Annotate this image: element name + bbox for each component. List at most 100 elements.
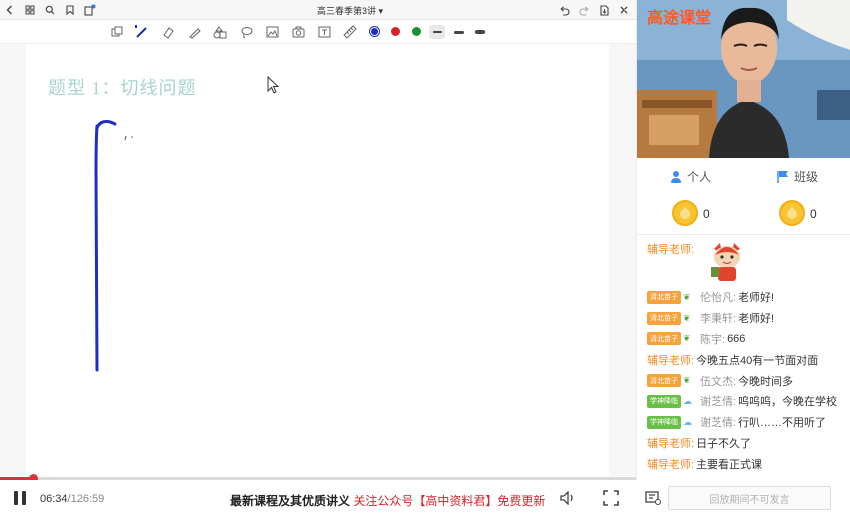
chat-list: 辅导老师: 清北苗子 ❦ 伦怡凡: 老师好! 清北苗子 ❦ 李秉轩: 老师好! 清北苗子 ❦ 陈宇: 6… bbox=[647, 241, 847, 474]
sprout-emblem-icon: ❦ bbox=[683, 333, 691, 344]
tab-personal[interactable]: 个人 bbox=[670, 168, 711, 185]
student-name: 伦怡凡: bbox=[700, 292, 737, 305]
grid-icon[interactable] bbox=[20, 0, 40, 20]
tutor-name: 辅导老师: bbox=[647, 458, 695, 471]
lasso-icon[interactable] bbox=[238, 24, 254, 40]
shapes-icon[interactable] bbox=[212, 24, 228, 40]
chat-message: 辅导老师: bbox=[647, 241, 847, 287]
message-text: 老师好! bbox=[738, 292, 775, 305]
tutor-name: 辅导老师: bbox=[647, 354, 695, 367]
cloud-emblem-icon: ☁ bbox=[683, 395, 692, 406]
drawing-toolbar bbox=[0, 20, 636, 44]
undo-icon[interactable] bbox=[554, 0, 574, 20]
marker-icon[interactable] bbox=[186, 24, 202, 40]
line-width-thin[interactable] bbox=[433, 31, 442, 33]
pause-button[interactable] bbox=[14, 491, 28, 505]
mouse-cursor-icon bbox=[267, 76, 280, 94]
brand-logo-text: 高途课堂 bbox=[647, 10, 712, 27]
playback-time: 06:34/126:59 bbox=[40, 493, 104, 505]
teacher-video: 高途课堂 bbox=[637, 0, 850, 158]
ink-stroke-hook bbox=[95, 119, 117, 130]
user-level-badge: 清北苗子 bbox=[647, 332, 681, 346]
student-name: 陈宇: bbox=[700, 333, 726, 346]
eraser-icon[interactable] bbox=[160, 24, 176, 40]
tab-class[interactable]: 班级 bbox=[777, 168, 818, 185]
overlay-prefix: 最新课程及其优质讲义 bbox=[230, 494, 351, 508]
share-icon[interactable] bbox=[80, 0, 100, 20]
message-text: 今晚时间多 bbox=[738, 375, 794, 388]
user-level-badge: 学神降临 bbox=[647, 394, 681, 408]
redo-icon[interactable] bbox=[574, 0, 594, 20]
ruler-icon[interactable] bbox=[342, 24, 358, 40]
ink-stroke-tick bbox=[124, 135, 127, 141]
select-icon[interactable] bbox=[109, 24, 125, 40]
message-text: 主要看正式课 bbox=[696, 458, 763, 471]
message-text: 日子不久了 bbox=[696, 437, 752, 450]
pen-icon[interactable] bbox=[134, 24, 150, 40]
chat-message: 清北苗子 ❦ 伦怡凡: 老师好! bbox=[647, 287, 847, 308]
student-name: 谢芝倩: bbox=[700, 417, 737, 430]
total-time: /126:59 bbox=[67, 493, 105, 505]
flag-icon bbox=[777, 171, 788, 183]
line-width-medium[interactable] bbox=[454, 31, 464, 34]
rank-tabs: 个人 班级 bbox=[637, 164, 850, 188]
chat-message: 辅导老师: 今晚五点40有一节面对面 bbox=[647, 349, 847, 370]
user-level-badge: 清北苗子 bbox=[647, 311, 681, 325]
chat-message: 辅导老师: 日子不久了 bbox=[647, 433, 847, 454]
whiteboard-sheet[interactable]: 题型 1：切线问题 bbox=[26, 44, 609, 476]
user-level-badge: 清北苗子 bbox=[647, 290, 681, 304]
chat-message: 学神降临 ☁ 谢芝倩: 呜呜呜，今晚在学校 bbox=[647, 391, 847, 412]
export-icon[interactable] bbox=[594, 0, 614, 20]
bookmark-icon[interactable] bbox=[60, 0, 80, 20]
document-title[interactable]: 高三春季第3讲 ▾ bbox=[270, 4, 430, 17]
color-swatch-blue[interactable] bbox=[371, 28, 378, 35]
back-icon[interactable] bbox=[0, 0, 20, 20]
tutor-name: 辅导老师: bbox=[647, 437, 695, 450]
chat-toggle-icon[interactable] bbox=[644, 489, 662, 507]
class-coin-count: 0 bbox=[810, 207, 817, 221]
chat-message: 清北苗子 ❦ 陈宇: 666 bbox=[647, 329, 847, 350]
color-swatch-green[interactable] bbox=[412, 27, 421, 36]
color-swatch-red[interactable] bbox=[391, 27, 400, 36]
line-width-thick[interactable] bbox=[475, 30, 485, 34]
message-text: 行叭……不用听了 bbox=[738, 417, 827, 430]
chat-message: 清北苗子 ❦ 李秉轩: 老师好! bbox=[647, 308, 847, 329]
search-icon[interactable] bbox=[40, 0, 60, 20]
chat-message: 学神降临 ☁ 谢芝倩: 行叭……不用听了 bbox=[647, 412, 847, 433]
mascot-sticker bbox=[711, 243, 741, 281]
message-text: 今晚五点40有一节面对面 bbox=[696, 354, 819, 367]
message-text: 呜呜呜，今晚在学校 bbox=[738, 396, 838, 409]
camera-icon[interactable] bbox=[290, 24, 306, 40]
user-level-badge: 清北苗子 bbox=[647, 374, 681, 388]
coin-row: 0 0 bbox=[637, 198, 850, 232]
user-level-badge: 学神降临 bbox=[647, 415, 681, 429]
fullscreen-icon[interactable] bbox=[602, 489, 620, 507]
current-time: 06:34 bbox=[40, 493, 68, 505]
coin-icon bbox=[672, 200, 698, 226]
watermark-overlay: 最新课程及其优质讲义 关注公众号【高中资料君】免费更新 bbox=[230, 492, 545, 509]
message-text: 666 bbox=[727, 332, 746, 345]
message-text: 老师好! bbox=[738, 313, 775, 326]
chat-message: 清北苗子 ❦ 伍文杰: 今晚时间多 bbox=[647, 370, 847, 391]
chat-input[interactable]: 回放期间不可发言 bbox=[668, 486, 831, 510]
student-name: 伍文杰: bbox=[700, 375, 737, 388]
more-icon[interactable]: ··· bbox=[623, 2, 635, 16]
personal-coin-count: 0 bbox=[703, 207, 710, 221]
coin-icon bbox=[779, 200, 805, 226]
tutor-name: 辅导老师: bbox=[647, 244, 695, 256]
student-name: 谢芝倩: bbox=[700, 396, 737, 409]
divider bbox=[637, 234, 850, 235]
overlay-promo: 关注公众号【高中资料君】免费更新 bbox=[353, 494, 546, 508]
right-panel: 高途课堂 ··· 个人 班级 0 0 辅导老师: 清北苗子 ❦ 伦怡凡: 老师好! 清北苗… bbox=[623, 0, 850, 480]
chat-message: 辅导老师: 主要看正式课 bbox=[647, 453, 847, 474]
tab-class-label: 班级 bbox=[794, 170, 819, 184]
volume-icon[interactable] bbox=[559, 489, 577, 507]
whiteboard-canvas[interactable]: 题型 1：切线问题 bbox=[0, 44, 636, 476]
sprout-emblem-icon: ❦ bbox=[683, 312, 691, 323]
image-icon[interactable] bbox=[264, 24, 280, 40]
cloud-emblem-icon: ☁ bbox=[683, 416, 692, 427]
sprout-emblem-icon: ❦ bbox=[683, 291, 691, 302]
person-icon bbox=[671, 171, 681, 183]
player-controls: 06:34/126:59 最新课程及其优质讲义 关注公众号【高中资料君】免费更新… bbox=[0, 480, 850, 516]
text-icon[interactable] bbox=[316, 24, 332, 40]
